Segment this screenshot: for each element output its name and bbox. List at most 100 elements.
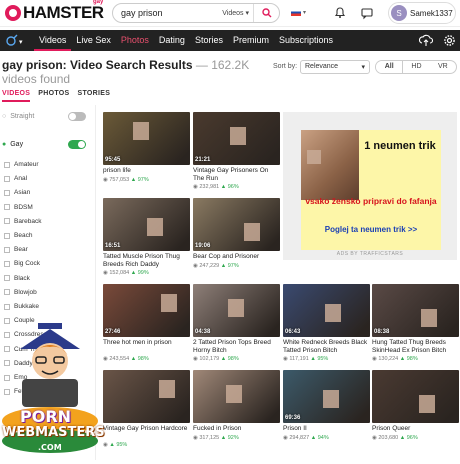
video-rating: 94%: [317, 435, 329, 441]
nav-live-sex[interactable]: Live Sex: [71, 30, 116, 51]
tab-photos[interactable]: PHOTOS: [38, 90, 69, 102]
messages-icon[interactable]: [360, 6, 374, 20]
video-rating: 99%: [137, 270, 149, 276]
nav-subscriptions[interactable]: Subscriptions: [274, 30, 338, 51]
checkbox-icon[interactable]: [4, 246, 10, 253]
video-title[interactable]: Three hot men in prison: [103, 339, 190, 347]
site-logo[interactable]: HAMSTER gay: [5, 0, 104, 23]
category-filter-item[interactable]: BDSM: [4, 204, 33, 211]
video-stats: ◉ 152,084 ▲ 99%: [103, 270, 149, 276]
video-title[interactable]: Fucked in Prison: [193, 425, 280, 433]
checkbox-icon[interactable]: [4, 260, 10, 267]
censor-blur: [230, 127, 246, 145]
checkbox-icon[interactable]: [4, 175, 10, 182]
straight-toggle[interactable]: [68, 112, 86, 121]
quality-vr[interactable]: VR: [430, 61, 456, 73]
checkbox-icon[interactable]: [4, 289, 10, 296]
category-filter-item[interactable]: Black: [4, 275, 30, 282]
video-thumbnail[interactable]: 08:38: [372, 284, 459, 337]
video-thumbnail[interactable]: 16:51: [103, 198, 190, 251]
video-rating: 96%: [406, 435, 418, 441]
checkbox-icon[interactable]: [4, 303, 10, 310]
category-filter-item[interactable]: Bareback: [4, 218, 41, 225]
ad-content[interactable]: 1 neumen trik vsako žensko pripravi do f…: [301, 130, 441, 250]
nav-stories[interactable]: Stories: [190, 30, 228, 51]
gay-filter[interactable]: ● Gay: [2, 140, 90, 149]
category-filter-item[interactable]: Asian: [4, 189, 30, 196]
checkbox-icon[interactable]: [4, 232, 10, 239]
checkbox-icon[interactable]: [4, 189, 10, 196]
tab-videos[interactable]: VIDEOS: [2, 90, 31, 102]
chevron-down-icon: ▾: [303, 10, 307, 16]
video-title[interactable]: Vintage Gay Prisoners On The Run: [193, 167, 280, 183]
category-label: BDSM: [14, 203, 33, 211]
video-thumbnail[interactable]: 06:43: [283, 284, 370, 337]
thumbs-up-icon: ▲: [309, 435, 318, 441]
search-button[interactable]: [253, 4, 279, 22]
quality-all[interactable]: All: [376, 61, 404, 73]
user-menu[interactable]: S Samek1337: [388, 2, 456, 24]
video-thumbnail[interactable]: [372, 370, 459, 423]
video-thumbnail[interactable]: 69:36: [283, 370, 370, 423]
video-title[interactable]: Prison Queer: [372, 425, 459, 433]
checkbox-icon[interactable]: [4, 204, 10, 211]
bell-icon[interactable]: [333, 6, 347, 20]
ad-banner[interactable]: 1 neumen trik vsako žensko pripravi do f…: [283, 112, 457, 260]
video-thumbnail[interactable]: [193, 370, 280, 423]
quality-hd[interactable]: HD: [403, 61, 429, 73]
filter-sidebar: ○ Straight ● Gay Amateur Anal Asian BDSM Bar…: [0, 105, 105, 460]
category-filter-item[interactable]: Bukkake: [4, 303, 39, 310]
video-thumbnail[interactable]: 21:21: [193, 112, 280, 165]
video-title[interactable]: Hung Tatted Thug Breeds SkinHead Ex Pris…: [372, 339, 459, 355]
category-filter-item[interactable]: Amateur: [4, 161, 39, 168]
video-thumbnail[interactable]: 19:06: [193, 198, 280, 251]
category-filter-item[interactable]: Big Cock: [4, 260, 40, 267]
video-thumbnail[interactable]: [103, 370, 190, 423]
checkbox-icon[interactable]: [4, 161, 10, 168]
search-bar[interactable]: gay prison Videos ▾: [112, 3, 280, 23]
video-title[interactable]: prison life: [103, 167, 190, 175]
nav-photos[interactable]: Photos: [116, 30, 154, 51]
video-title[interactable]: Vintage Gay Prison Hardcore: [103, 425, 190, 433]
video-rating: 92%: [227, 435, 239, 441]
straight-filter[interactable]: ○ Straight: [2, 112, 90, 121]
category-filter-item[interactable]: Beach: [4, 232, 32, 239]
sort-select[interactable]: Relevance ▾: [300, 60, 370, 74]
language-flag-icon[interactable]: [291, 9, 301, 16]
category-filter-item[interactable]: Anal: [4, 175, 27, 182]
video-duration: 16:51: [105, 243, 121, 249]
video-views: 102,179: [199, 356, 220, 362]
video-title[interactable]: 2 Tatted Prison Tops Breed Horny Bitch: [193, 339, 280, 355]
straight-radio-icon: ○: [2, 113, 7, 120]
video-stats: ◉ 117,191 ▲ 95%: [283, 356, 328, 362]
video-thumbnail[interactable]: 27:46: [103, 284, 190, 337]
ad-link[interactable]: Poglej ta neumen trik >>: [301, 225, 441, 235]
search-input[interactable]: gay prison: [113, 8, 222, 18]
gay-toggle[interactable]: [68, 140, 86, 149]
video-thumbnail[interactable]: 95:45: [103, 112, 190, 165]
video-title[interactable]: Prison II: [283, 425, 370, 433]
category-label: Black: [14, 274, 30, 282]
checkbox-icon[interactable]: [4, 275, 10, 282]
video-title[interactable]: Bear Cop and Prisoner: [193, 253, 280, 261]
video-title[interactable]: White Redneck Breeds Black Tatted Prison…: [283, 339, 370, 355]
orientation-icon[interactable]: ▾: [5, 34, 27, 47]
nav-dating[interactable]: Dating: [154, 30, 190, 51]
upload-icon[interactable]: [419, 34, 433, 47]
video-title[interactable]: Tatted Muscle Prison Thug Breeds Rich Da…: [103, 253, 190, 269]
nav-videos[interactable]: Videos: [34, 30, 72, 51]
video-stats: ◉ 243,554 ▲ 98%: [103, 356, 149, 362]
search-category-select[interactable]: Videos ▾: [222, 9, 253, 17]
video-views: 757,053: [109, 177, 130, 183]
video-stats: ◉ 102,179 ▲ 98%: [193, 356, 239, 362]
category-label: Beach: [14, 232, 33, 239]
tab-stories[interactable]: STORIES: [78, 90, 111, 102]
censor-blur: [244, 223, 260, 241]
settings-gear-icon[interactable]: [443, 34, 456, 47]
video-thumbnail[interactable]: 04:38: [193, 284, 280, 337]
category-filter-item[interactable]: Blowjob: [4, 289, 37, 296]
checkbox-icon[interactable]: [4, 218, 10, 225]
nav-premium[interactable]: Premium: [228, 30, 274, 51]
category-filter-item[interactable]: Bear: [4, 246, 28, 253]
search-icon: [261, 8, 271, 18]
